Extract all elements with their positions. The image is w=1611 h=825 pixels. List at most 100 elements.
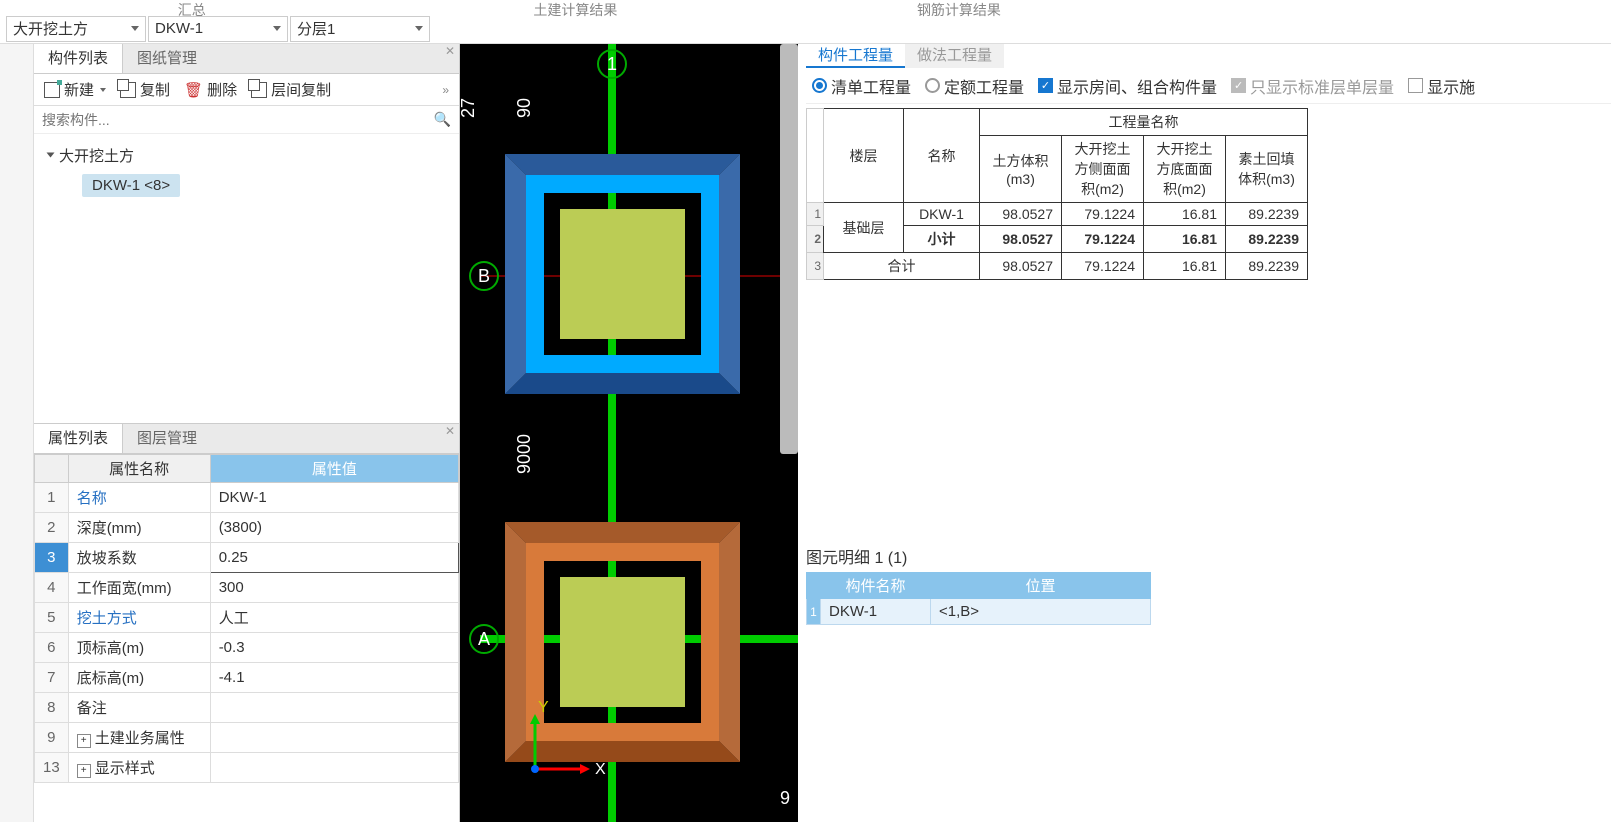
copy-icon [120, 82, 136, 98]
svg-text:B: B [478, 266, 490, 286]
svg-text:A: A [478, 629, 490, 649]
qty-h-c3: 大开挖土方底面面积(m2) [1144, 136, 1226, 203]
tree-child[interactable]: DKW-1 <8> [82, 174, 180, 197]
canvas-svg: 1 B A 90 27 9000 9 [460, 44, 798, 822]
top-nav: 汇总 土建计算结果 钢筋计算结果 [0, 0, 1611, 14]
svg-text:27: 27 [460, 98, 478, 118]
tab-component-list[interactable]: 构件列表 [34, 44, 123, 73]
prop-name: 顶标高(m) [68, 633, 210, 663]
nav-rebar[interactable]: 钢筋计算结果 [767, 0, 1151, 14]
search-input[interactable] [42, 112, 434, 128]
prop-value[interactable] [210, 693, 458, 723]
prop-value[interactable]: 0.25 [210, 543, 458, 573]
dropdown-layer-text: 分层1 [297, 18, 409, 39]
check-show-other[interactable] [1408, 78, 1423, 93]
prop-value[interactable] [210, 723, 458, 753]
prop-value[interactable]: -0.3 [210, 633, 458, 663]
prop-name: 底标高(m) [68, 663, 210, 693]
delete-button[interactable]: 🗑删除 [178, 77, 243, 102]
delete-icon: 🗑 [184, 81, 203, 99]
row-num[interactable]: 2 [35, 513, 69, 543]
qty-floor: 基础层 [824, 203, 904, 253]
prop-name: 深度(mm) [68, 513, 210, 543]
row-num[interactable]: 7 [35, 663, 69, 693]
prop-name: 挖土方式 [68, 603, 210, 633]
close-icon[interactable]: ✕ [445, 424, 455, 438]
row-num[interactable]: 9 [35, 723, 69, 753]
nav-summary[interactable]: 汇总 [0, 0, 384, 14]
left-gutter [0, 44, 34, 822]
radio-quota-qty[interactable] [925, 78, 940, 93]
tab-layer-mgmt[interactable]: 图层管理 [123, 424, 211, 453]
qty-name: 小计 [904, 226, 980, 253]
prop-value[interactable]: 人工 [210, 603, 458, 633]
row-num[interactable]: 5 [35, 603, 69, 633]
prop-name: 名称 [68, 483, 210, 513]
component-list-section: ✕ 构件列表 图纸管理 新建 复制 🗑删除 层间复制 » 🔍 大开挖 [34, 44, 459, 424]
resize-handle[interactable] [34, 417, 459, 423]
tab-component-qty[interactable]: 构件工程量 [806, 44, 905, 68]
chevron-down-icon [415, 26, 423, 31]
dropdown-component[interactable]: DKW-1 [148, 16, 288, 42]
quantity-table: 楼层 名称 工程量名称 土方体积(m3) 大开挖土方侧面面积(m2) 大开挖土方… [806, 108, 1308, 280]
svg-text:90: 90 [514, 98, 534, 118]
svg-text:Y: Y [538, 699, 549, 716]
nav-civil[interactable]: 土建计算结果 [384, 0, 768, 14]
check-show-room[interactable]: ✓ [1038, 78, 1053, 93]
dropdown-category[interactable]: 大开挖土方 [6, 16, 146, 42]
tab-property-list[interactable]: 属性列表 [34, 424, 123, 453]
new-button[interactable]: 新建 [38, 77, 112, 102]
details-table: 构件名称 位置 1DKW-1<1,B> [806, 572, 1151, 625]
copy-button[interactable]: 复制 [114, 77, 176, 102]
new-icon [44, 82, 60, 98]
tree-root[interactable]: 大开挖土方 [48, 142, 459, 168]
drawing-canvas[interactable]: 1 B A 90 27 9000 9 [460, 44, 798, 822]
svg-text:X: X [595, 761, 606, 778]
detail-name[interactable]: DKW-1 [821, 599, 931, 625]
scrollbar[interactable] [780, 44, 798, 454]
check-show-single[interactable]: ✓ [1231, 78, 1246, 93]
row-num[interactable]: 6 [35, 633, 69, 663]
tab-drawing-mgmt[interactable]: 图纸管理 [123, 44, 211, 73]
row-num[interactable]: 8 [35, 693, 69, 723]
tab-method-qty[interactable]: 做法工程量 [905, 44, 1004, 68]
prop-value[interactable]: 300 [210, 573, 458, 603]
close-icon[interactable]: ✕ [445, 44, 455, 58]
row-num[interactable]: 4 [35, 573, 69, 603]
detail-pos[interactable]: <1,B> [931, 599, 1151, 625]
svg-text:9: 9 [780, 788, 790, 808]
layer-copy-button[interactable]: 层间复制 [245, 77, 337, 102]
qty-cell: 合计 [824, 253, 980, 280]
dropdown-layer[interactable]: 分层1 [290, 16, 430, 42]
prop-name[interactable]: +土建业务属性 [68, 723, 210, 753]
details-h-name: 构件名称 [821, 573, 931, 599]
qty-h-c1: 土方体积(m3) [980, 136, 1062, 203]
more-icon[interactable]: » [436, 83, 455, 97]
row-num[interactable]: 3 [35, 543, 69, 573]
dropdown-category-text: 大开挖土方 [13, 18, 125, 39]
prop-value[interactable]: -4.1 [210, 663, 458, 693]
details-label: 图元明细 1 (1) [806, 540, 1611, 572]
chevron-down-icon [131, 26, 139, 31]
prop-header-name: 属性名称 [68, 455, 210, 483]
prop-value[interactable] [210, 753, 458, 783]
row-num[interactable]: 13 [35, 753, 69, 783]
row-num[interactable]: 1 [35, 483, 69, 513]
prop-value[interactable]: DKW-1 [210, 483, 458, 513]
left-panel: ✕ 构件列表 图纸管理 新建 复制 🗑删除 层间复制 » 🔍 大开挖 [0, 44, 460, 822]
expand-icon [47, 153, 55, 158]
details-h-pos: 位置 [931, 573, 1151, 599]
dropdown-component-text: DKW-1 [155, 20, 267, 37]
prop-value[interactable]: (3800) [210, 513, 458, 543]
radio-list-qty[interactable] [812, 78, 827, 93]
prop-name: 工作面宽(mm) [68, 573, 210, 603]
layer-copy-icon [251, 82, 267, 98]
chevron-down-icon [100, 88, 106, 92]
prop-header-value: 属性值 [210, 455, 458, 483]
search-icon[interactable]: 🔍 [434, 111, 451, 128]
prop-name: 放坡系数 [68, 543, 210, 573]
qty-h-c4: 素土回填体积(m3) [1226, 136, 1308, 203]
svg-text:9000: 9000 [514, 434, 534, 474]
properties-table: 属性名称 属性值 1 名称 DKW-1 2 深度(mm) (3800) 3 放坡系数… [34, 454, 459, 783]
prop-name[interactable]: +显示样式 [68, 753, 210, 783]
